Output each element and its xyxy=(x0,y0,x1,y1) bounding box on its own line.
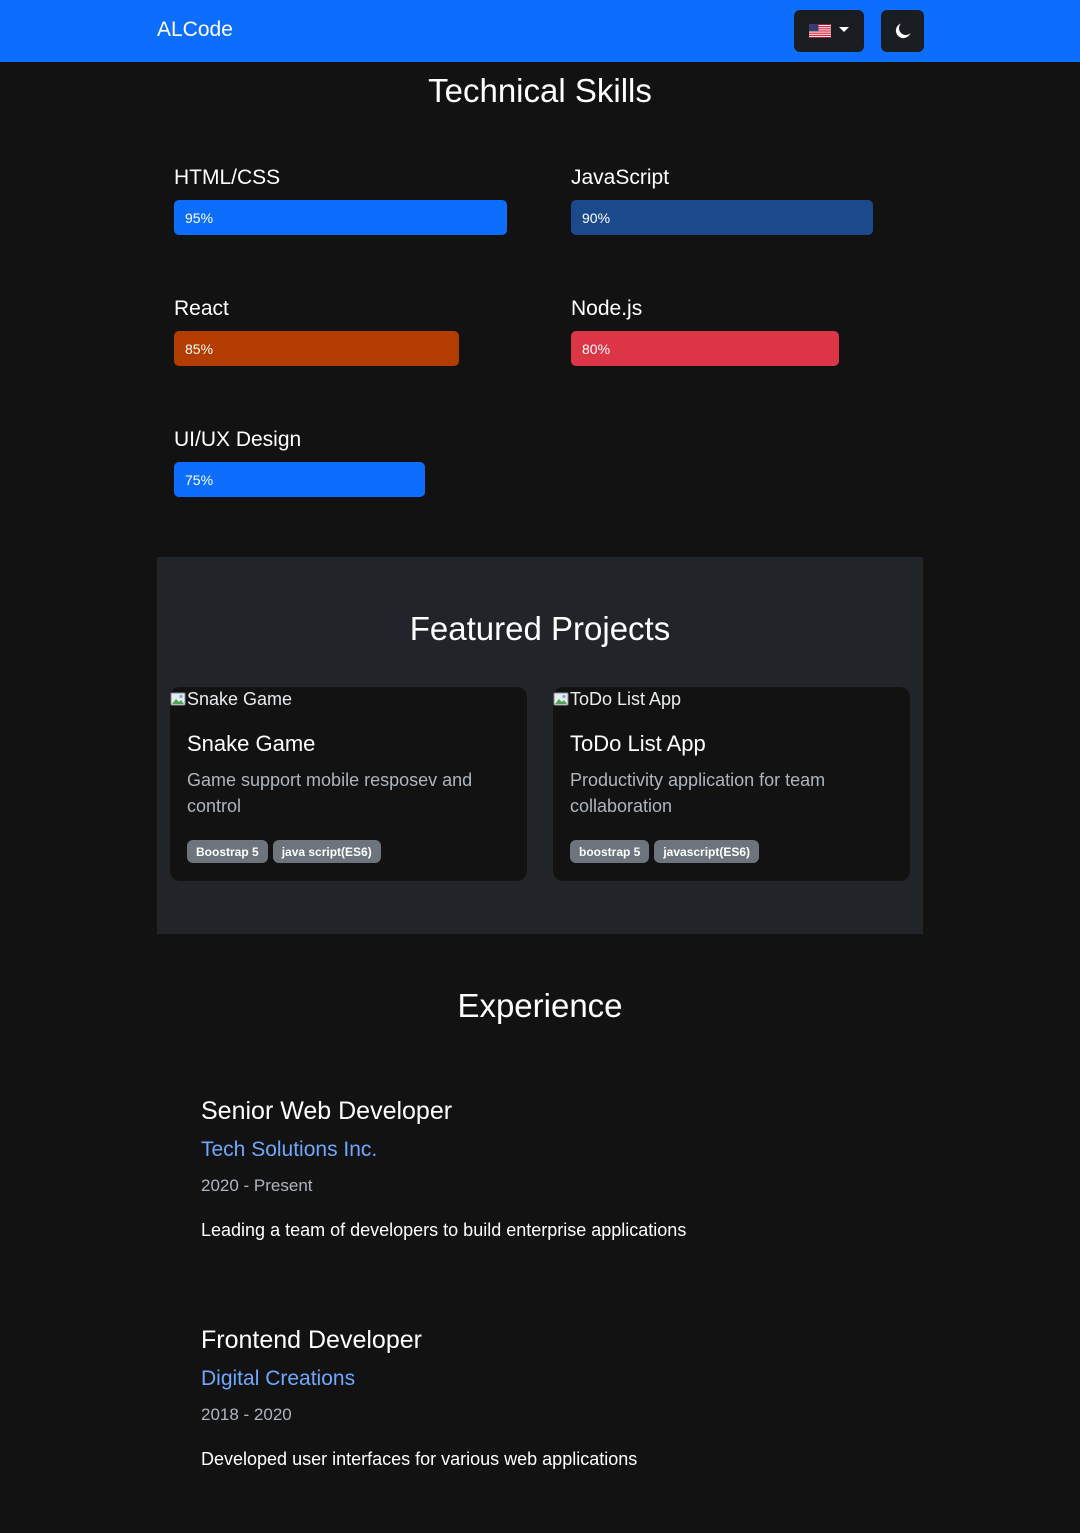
language-dropdown-button[interactable] xyxy=(794,10,864,52)
experience-company: Tech Solutions Inc. xyxy=(201,1138,378,1161)
experience-item: Frontend Developer Digital Creations 201… xyxy=(201,1326,637,1470)
experience-dates: 2018 - 2020 xyxy=(201,1405,292,1424)
skill-ui-ux-design: UI/UX Design 75% xyxy=(174,428,509,497)
skill-percent-label: 80% xyxy=(582,340,611,357)
skill-progress-bar: 95% xyxy=(174,200,507,235)
project-tags: boostrap 5 javascript(ES6) xyxy=(570,840,760,863)
experience-role: Frontend Developer xyxy=(201,1326,422,1354)
skill-progress-track: 75% xyxy=(174,462,509,497)
skill-progress-track: 95% xyxy=(174,200,524,235)
experience-description: Developed user interfaces for various we… xyxy=(201,1449,638,1469)
project-image: Snake Game xyxy=(170,689,292,710)
tag-badge: boostrap 5 xyxy=(570,840,650,863)
tag-badge: Boostrap 5 xyxy=(187,840,268,863)
project-image-alt-text: Snake Game xyxy=(187,689,293,709)
experience-company: Digital Creations xyxy=(201,1367,356,1390)
skill-name: HTML/CSS xyxy=(174,166,281,189)
skill-name: JavaScript xyxy=(571,166,670,189)
skill-react: React 85% xyxy=(174,297,509,366)
skill-html-css: HTML/CSS 95% xyxy=(174,166,524,235)
projects-section-title: Featured Projects xyxy=(409,610,671,647)
navbar: ALCode xyxy=(0,0,1080,62)
skill-percent-label: 85% xyxy=(185,340,214,357)
us-flag-icon xyxy=(809,24,831,38)
experience-description: Leading a team of developers to build en… xyxy=(201,1220,687,1240)
broken-image-icon xyxy=(170,692,186,706)
project-image-alt-text: ToDo List App xyxy=(570,689,682,709)
project-description: Productivity application for team collab… xyxy=(570,770,826,816)
experience-dates: 2020 - Present xyxy=(201,1176,313,1195)
skill-name: UI/UX Design xyxy=(174,428,302,451)
project-title: Snake Game xyxy=(187,731,316,756)
skill-progress-bar: 80% xyxy=(571,331,839,366)
project-tags: Boostrap 5 java script(ES6) xyxy=(187,840,381,863)
skill-name: React xyxy=(174,297,229,320)
project-description: Game support mobile resposev and control xyxy=(187,770,473,816)
experience-role: Senior Web Developer xyxy=(201,1097,453,1125)
brand-logo[interactable]: ALCode xyxy=(157,18,233,42)
skill-name: Node.js xyxy=(571,297,643,320)
skill-percent-label: 75% xyxy=(185,471,214,488)
project-title: ToDo List App xyxy=(570,731,706,756)
skill-progress-track: 90% xyxy=(571,200,906,235)
chevron-down-icon xyxy=(839,26,849,32)
project-card-todo-list-app[interactable]: ToDo List App ToDo List App Productivity… xyxy=(553,687,910,881)
skill-javascript: JavaScript 90% xyxy=(571,166,906,235)
skills-section-title: Technical Skills xyxy=(428,72,652,109)
tag-badge: javascript(ES6) xyxy=(654,840,760,863)
theme-toggle-button[interactable] xyxy=(881,10,924,52)
experience-item: Senior Web Developer Tech Solutions Inc.… xyxy=(201,1097,686,1241)
skill-progress-bar: 75% xyxy=(174,462,426,497)
project-card-snake-game[interactable]: Snake Game Snake Game Game support mobil… xyxy=(170,687,527,881)
skill-progress-track: 80% xyxy=(571,331,906,366)
tag-badge: java script(ES6) xyxy=(272,840,381,863)
broken-image-icon xyxy=(553,692,569,706)
skill-progress-bar: 85% xyxy=(174,331,459,366)
skill-percent-label: 95% xyxy=(185,209,214,226)
skill-percent-label: 90% xyxy=(582,209,611,226)
experience-section-title: Experience xyxy=(457,987,623,1024)
skill-progress-bar: 90% xyxy=(571,200,873,235)
moon-icon xyxy=(895,23,910,39)
project-image: ToDo List App xyxy=(553,689,681,710)
skill-nodejs: Node.js 80% xyxy=(571,297,906,366)
skill-progress-track: 85% xyxy=(174,331,509,366)
